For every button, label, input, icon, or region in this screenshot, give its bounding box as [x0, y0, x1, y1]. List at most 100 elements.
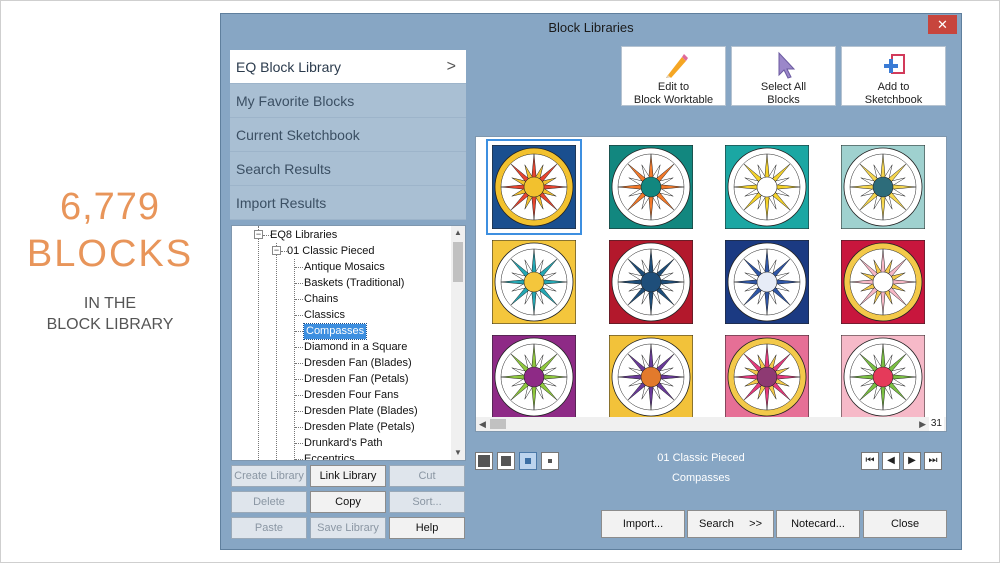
- size-small-button[interactable]: [519, 452, 537, 470]
- block-grid[interactable]: ◀ ▶ 31: [475, 136, 947, 432]
- tree-item[interactable]: Drunkard's Path: [304, 436, 383, 451]
- promo-blocks: BLOCKS: [26, 233, 194, 275]
- block-thumbnail[interactable]: [492, 335, 576, 419]
- edit-to-block-worktable-button[interactable]: Edit to Block Worktable: [621, 46, 726, 106]
- add-to-sketchbook-button[interactable]: Add to Sketchbook: [841, 46, 946, 106]
- nav-item-label: Current Sketchbook: [236, 127, 360, 143]
- tree-item[interactable]: Classics: [304, 308, 345, 323]
- last-page-button[interactable]: ⏭: [924, 452, 942, 470]
- square-tiny-icon: [548, 459, 552, 463]
- notecard-button[interactable]: Notecard...: [776, 510, 860, 538]
- scroll-right-icon[interactable]: ▶: [919, 417, 926, 431]
- tree-item[interactable]: Baskets (Traditional): [304, 276, 404, 291]
- search-button-label: Search: [699, 518, 734, 530]
- next-page-button[interactable]: ▶: [903, 452, 921, 470]
- block-thumbnail[interactable]: [609, 145, 693, 229]
- nav-item-search-results[interactable]: Search Results: [230, 152, 466, 186]
- scroll-thumb[interactable]: [453, 242, 463, 282]
- block-thumbnail[interactable]: [609, 240, 693, 324]
- size-tiny-button[interactable]: [541, 452, 559, 470]
- tree-scrollbar[interactable]: ▲ ▼: [451, 226, 465, 460]
- block-thumbnail[interactable]: [841, 335, 925, 419]
- tree-item[interactable]: Dresden Plate (Blades): [304, 404, 418, 419]
- close-button[interactable]: Close: [863, 510, 947, 538]
- size-medium-button[interactable]: [497, 452, 515, 470]
- nav-item-label: Import Results: [236, 195, 327, 211]
- block-thumbnail[interactable]: [725, 145, 809, 229]
- block-libraries-dialog: Block Libraries ✕ EQ Block Library > My …: [220, 13, 962, 550]
- tree-item[interactable]: Compasses: [302, 323, 368, 340]
- slide-frame: 6,779 BLOCKS IN THE BLOCK LIBRARY Block …: [0, 0, 1000, 563]
- block-thumbnail[interactable]: [841, 145, 925, 229]
- window-close-button[interactable]: ✕: [928, 15, 957, 34]
- scroll-thumb[interactable]: [490, 419, 506, 429]
- cut-button[interactable]: Cut: [389, 465, 465, 487]
- add-sketchbook-icon: [884, 54, 905, 74]
- sort-button[interactable]: Sort...: [389, 491, 465, 513]
- scroll-up-icon[interactable]: ▲: [451, 226, 465, 240]
- select-all-blocks-button[interactable]: Select All Blocks: [731, 46, 836, 106]
- block-thumbnail[interactable]: [725, 335, 809, 419]
- block-thumbnail[interactable]: [609, 335, 693, 419]
- scroll-left-icon[interactable]: ◀: [479, 417, 486, 431]
- search-button[interactable]: Search >>: [687, 510, 774, 538]
- collapse-icon[interactable]: −: [272, 246, 281, 255]
- size-large-button[interactable]: [475, 452, 493, 470]
- help-button[interactable]: Help: [389, 517, 465, 539]
- square-large-icon: [478, 455, 490, 467]
- button-label-line1: Add to: [877, 81, 910, 93]
- nav-item-label: My Favorite Blocks: [236, 93, 355, 109]
- chevron-right-icon: >: [446, 58, 456, 75]
- tree-item[interactable]: Dresden Four Fans: [304, 388, 399, 403]
- square-small-icon: [525, 458, 531, 464]
- tree-item[interactable]: Antique Mosaics: [304, 260, 385, 275]
- tree-guide-line: [295, 395, 303, 396]
- tree-guide-line: [295, 299, 303, 300]
- dialog-title: Block Libraries: [548, 20, 634, 35]
- collapse-icon[interactable]: −: [254, 230, 263, 239]
- tree-node-root[interactable]: EQ8 Libraries: [270, 228, 337, 243]
- scroll-down-icon[interactable]: ▼: [451, 446, 465, 460]
- nav-item-label: Search Results: [236, 161, 331, 177]
- tree-guide-line: [295, 443, 303, 444]
- grid-scrollbar[interactable]: ◀ ▶ 31: [476, 417, 946, 431]
- tree-guide-line: [295, 283, 303, 284]
- promo-subtitle-2: BLOCK LIBRARY: [46, 316, 174, 333]
- nav-item-current-sketchbook[interactable]: Current Sketchbook: [230, 118, 466, 152]
- block-thumbnail[interactable]: [725, 240, 809, 324]
- library-category: Compasses: [671, 472, 731, 484]
- square-medium-icon: [501, 456, 511, 466]
- previous-page-button[interactable]: ◀: [882, 452, 900, 470]
- block-thumbnail[interactable]: [486, 139, 582, 235]
- button-label-line2: Blocks: [767, 94, 800, 106]
- nav-item-my-favorite-blocks[interactable]: My Favorite Blocks: [230, 84, 466, 118]
- tree-guide-line: [295, 315, 303, 316]
- block-thumbnail[interactable]: [841, 240, 925, 324]
- nav-item-eq-block-library[interactable]: EQ Block Library >: [230, 50, 466, 84]
- tree-item[interactable]: Eccentrics: [304, 452, 355, 460]
- copy-button[interactable]: Copy: [310, 491, 386, 513]
- import-button[interactable]: Import...: [601, 510, 685, 538]
- first-page-button[interactable]: ⏮: [861, 452, 879, 470]
- tree-item[interactable]: Dresden Fan (Blades): [304, 356, 412, 371]
- tree-item[interactable]: Chains: [304, 292, 338, 307]
- tree-guide-line: [295, 459, 303, 460]
- link-library-button[interactable]: Link Library: [310, 465, 386, 487]
- nav-item-import-results[interactable]: Import Results: [230, 186, 466, 220]
- block-thumbnail[interactable]: [492, 240, 576, 324]
- library-tree[interactable]: − EQ8 Libraries − 01 Classic Pieced Anti…: [231, 225, 466, 461]
- tree-item[interactable]: Dresden Plate (Petals): [304, 420, 415, 435]
- pencil-icon: [666, 54, 688, 78]
- paste-button[interactable]: Paste: [231, 517, 307, 539]
- tree-item[interactable]: Diamond in a Square: [304, 340, 407, 355]
- button-label-line2: Sketchbook: [864, 94, 923, 106]
- cursor-icon: [778, 51, 796, 79]
- delete-button[interactable]: Delete: [231, 491, 307, 513]
- library-nav: EQ Block Library > My Favorite Blocks Cu…: [230, 50, 466, 220]
- tree-item[interactable]: Dresden Fan (Petals): [304, 372, 409, 387]
- save-library-button[interactable]: Save Library: [310, 517, 386, 539]
- tree-guide-line: [295, 427, 303, 428]
- create-library-button[interactable]: Create Library: [231, 465, 307, 487]
- tree-node-group[interactable]: 01 Classic Pieced: [287, 244, 374, 259]
- title-bar[interactable]: Block Libraries ✕: [221, 14, 961, 40]
